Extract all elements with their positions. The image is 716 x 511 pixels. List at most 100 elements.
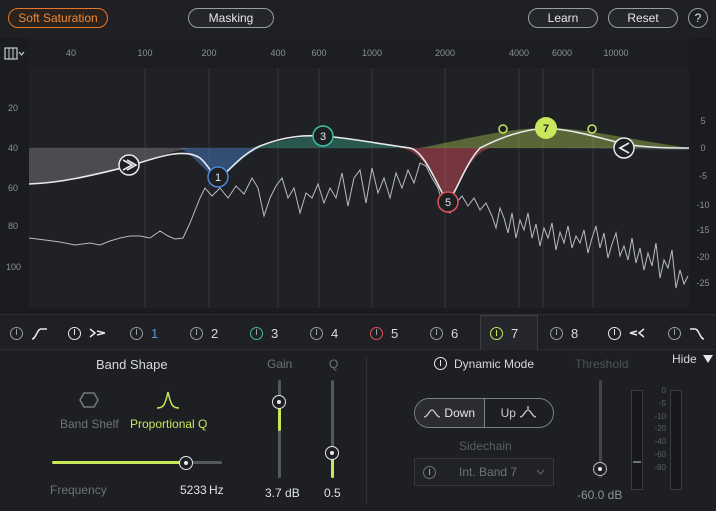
- band-number: 6: [451, 325, 459, 341]
- band-tab-4[interactable]: 4: [310, 315, 338, 351]
- power-icon[interactable]: [430, 326, 443, 340]
- chevron-down-icon: [536, 469, 545, 475]
- spectrum-view-icon[interactable]: [4, 47, 25, 60]
- gain-slider-knob[interactable]: [272, 395, 286, 409]
- meter-label: -10: [654, 411, 666, 421]
- band-tab-high-shelf[interactable]: [608, 315, 645, 351]
- up-curve-icon: [519, 406, 537, 418]
- band-tab-2[interactable]: 2: [190, 315, 218, 351]
- frequency-slider-knob[interactable]: [179, 456, 193, 470]
- down-label: Down: [444, 406, 476, 420]
- power-icon[interactable]: [668, 326, 681, 340]
- band-tab-3[interactable]: 3: [250, 315, 278, 351]
- threshold-slider-knob[interactable]: [593, 462, 607, 476]
- freq-label: 200: [201, 48, 216, 58]
- band-tab-5[interactable]: 5: [370, 315, 398, 351]
- freq-label: 100: [137, 48, 152, 58]
- frequency-value[interactable]: 5233: [180, 483, 207, 497]
- power-icon[interactable]: [490, 327, 503, 340]
- band-tab-8[interactable]: 8: [550, 315, 578, 351]
- band-tab-lowpass[interactable]: [668, 315, 705, 351]
- band-tab-6[interactable]: 6: [430, 315, 458, 351]
- band-tab-highpass[interactable]: [10, 315, 47, 351]
- svg-text:1: 1: [215, 172, 221, 184]
- band-tab-7[interactable]: 7: [480, 315, 538, 351]
- dynamic-direction-toggle[interactable]: Down Up: [414, 398, 554, 428]
- band-selector-strip: 1 2 3 4 5 6 7 8: [0, 314, 716, 351]
- freq-label: 400: [270, 48, 285, 58]
- meter-label: 0: [661, 386, 666, 395]
- power-icon[interactable]: [310, 326, 323, 340]
- power-icon[interactable]: [370, 326, 383, 340]
- panel-divider: [366, 356, 367, 504]
- db-right-label: -10: [696, 200, 709, 210]
- db-right-label: -5: [699, 171, 707, 181]
- power-icon[interactable]: [250, 326, 263, 340]
- input-level-meter: [631, 390, 643, 490]
- band7-node[interactable]: 7: [535, 117, 557, 139]
- high-shelf-node[interactable]: [613, 137, 635, 159]
- meter-label: -5: [658, 398, 666, 408]
- lowpass-icon: [690, 328, 705, 340]
- sidechain-label: Sidechain: [459, 439, 512, 453]
- band-number: 2: [211, 325, 219, 341]
- eq-graph-canvas[interactable]: 40 100 200 400 600 1000 2000 4000 6000 1…: [0, 38, 716, 314]
- meter-label: -40: [654, 437, 666, 447]
- sidechain-power-icon[interactable]: [423, 466, 436, 479]
- threshold-value[interactable]: -60.0 dB: [577, 488, 622, 502]
- band-shelf-option[interactable]: Band Shelf: [60, 417, 119, 431]
- db-right-label: -20: [696, 252, 709, 262]
- down-button[interactable]: Down: [415, 399, 485, 427]
- db-left-label: 100: [6, 262, 21, 272]
- band-number: 4: [331, 325, 339, 341]
- q-value[interactable]: 0.5: [324, 486, 341, 500]
- meter-scale: 0 -5 -10 -20 -40 -60 -80: [648, 385, 666, 475]
- frequency-slider-fill: [52, 461, 186, 464]
- band-tab-1[interactable]: 1: [130, 315, 158, 351]
- plot-area: [29, 68, 689, 308]
- db-right-label: -15: [696, 225, 709, 235]
- meter-label: -60: [654, 449, 666, 459]
- q-slider-knob[interactable]: [325, 446, 339, 460]
- band3-node[interactable]: 3: [312, 125, 334, 147]
- eq-graph[interactable]: 40 100 200 400 600 1000 2000 4000 6000 1…: [0, 38, 716, 314]
- freq-label: 600: [311, 48, 326, 58]
- band-tab-low-shelf[interactable]: [68, 315, 105, 351]
- power-icon[interactable]: [130, 326, 143, 340]
- freq-label: 6000: [552, 48, 572, 58]
- up-button[interactable]: Up: [485, 399, 554, 427]
- gain-value[interactable]: 3.7 dB: [265, 486, 300, 500]
- sidechain-dropdown[interactable]: Int. Band 7: [414, 458, 554, 486]
- db-left-label: 40: [8, 143, 18, 153]
- band-shelf-icon[interactable]: [78, 390, 100, 410]
- down-curve-icon: [424, 409, 441, 418]
- power-icon[interactable]: [68, 326, 81, 340]
- proportional-q-option[interactable]: Proportional Q: [130, 417, 207, 431]
- band-number: 8: [571, 325, 579, 341]
- dynamic-mode-power-icon[interactable]: [434, 357, 447, 370]
- freq-label: 1000: [362, 48, 382, 58]
- band5-node[interactable]: 5: [437, 191, 459, 213]
- db-left-label: 20: [8, 103, 18, 113]
- power-icon[interactable]: [10, 326, 23, 340]
- power-icon[interactable]: [550, 326, 563, 340]
- proportional-q-icon[interactable]: [156, 390, 180, 410]
- help-button[interactable]: ?: [688, 8, 708, 28]
- low-shelf-node[interactable]: [118, 154, 140, 176]
- power-icon[interactable]: [608, 326, 621, 340]
- band-number: 5: [391, 325, 399, 341]
- band7-q-handle-left[interactable]: [498, 124, 508, 134]
- frequency-ruler: [29, 38, 689, 68]
- learn-button[interactable]: Learn: [528, 8, 598, 28]
- band-settings-panel: Band Shape Band Shelf Proportional Q Fre…: [0, 350, 716, 511]
- hide-toggle[interactable]: Hide: [672, 352, 714, 366]
- band7-q-handle-right[interactable]: [587, 124, 597, 134]
- band1-node[interactable]: 1: [207, 166, 229, 188]
- reset-button[interactable]: Reset: [608, 8, 678, 28]
- masking-button[interactable]: Masking: [188, 8, 274, 28]
- svg-text:7: 7: [543, 123, 549, 135]
- power-icon[interactable]: [190, 326, 203, 340]
- meter-label: -20: [654, 424, 666, 434]
- soft-saturation-button[interactable]: Soft Saturation: [8, 8, 108, 28]
- highpass-icon: [31, 328, 47, 340]
